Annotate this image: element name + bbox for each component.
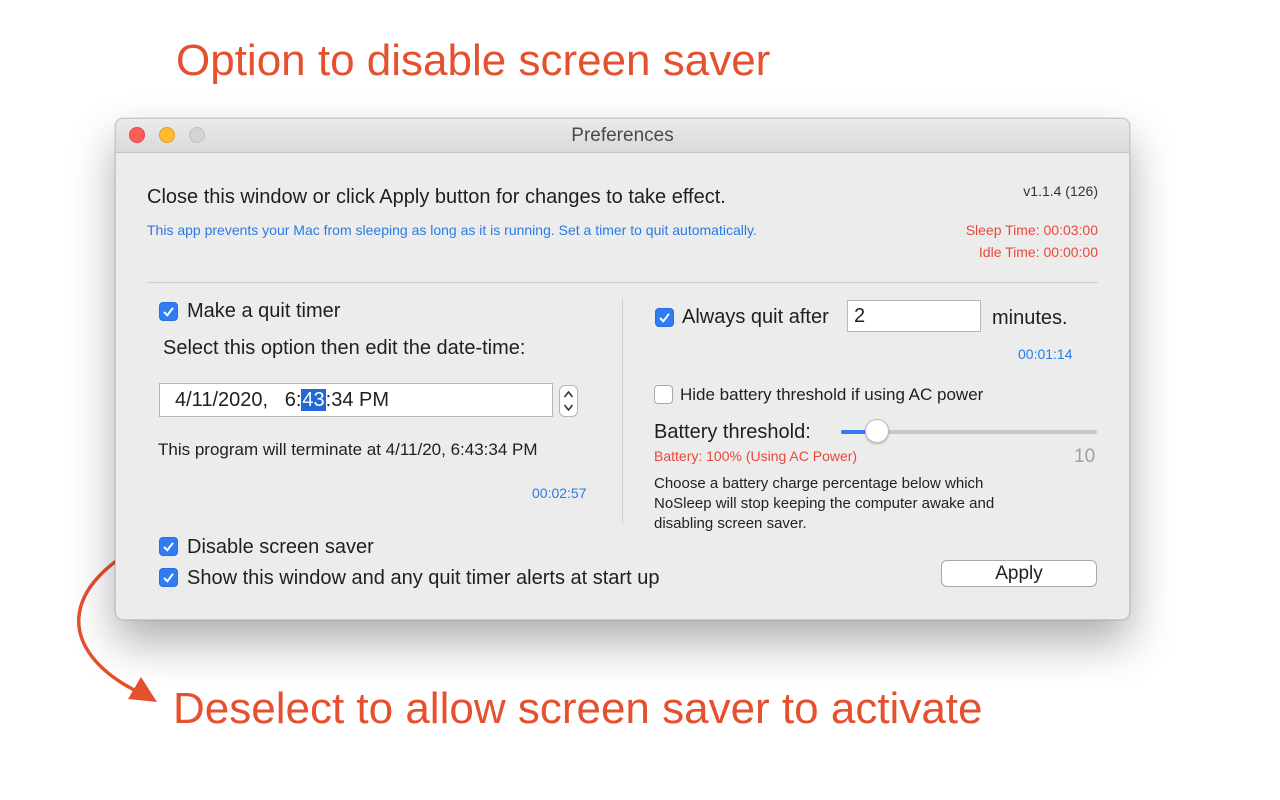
always-quit-countdown: 00:01:14: [1018, 346, 1073, 362]
hide-battery-checkbox[interactable]: [654, 385, 673, 404]
date-time-prefix: 4/11/2020, 6:: [175, 389, 302, 411]
checkmark-icon: [659, 313, 670, 323]
quit-minutes-input[interactable]: 2: [847, 300, 981, 332]
slider-max-label: 10: [1074, 446, 1096, 467]
checkmark-icon: [163, 307, 174, 317]
battery-description: Choose a battery charge percentage below…: [654, 474, 994, 534]
minutes-unit-label: minutes.: [992, 307, 1068, 329]
chevron-down-icon: [563, 404, 574, 412]
instruction-text: Close this window or click Apply button …: [147, 186, 726, 208]
quit-timer-countdown: 00:02:57: [532, 485, 587, 501]
version-label: v1.1.4 (126): [1023, 183, 1098, 199]
date-time-selected-segment[interactable]: 43: [301, 389, 326, 411]
always-quit-label: Always quit after: [682, 306, 829, 328]
terminate-text: This program will terminate at 4/11/20, …: [158, 440, 538, 459]
divider-horizontal: [147, 282, 1098, 283]
date-time-field[interactable]: 4/11/2020, 6:43:34 PM: [159, 383, 553, 417]
date-time-hint: Select this option then edit the date-ti…: [163, 337, 526, 359]
battery-description-line: NoSleep will stop keeping the computer a…: [654, 495, 995, 512]
slider-knob[interactable]: [864, 419, 889, 443]
show-window-label: Show this window and any quit timer aler…: [187, 567, 660, 589]
chevron-up-icon: [563, 390, 574, 398]
app-description: This app prevents your Mac from sleeping…: [147, 222, 757, 238]
annotation-top: Option to disable screen saver: [176, 36, 771, 85]
preferences-window: Preferences Close this window or click A…: [115, 118, 1130, 620]
date-time-stepper[interactable]: [559, 385, 578, 417]
battery-threshold-slider[interactable]: [841, 419, 1097, 443]
title-bar: Preferences: [116, 119, 1129, 153]
battery-description-line: disabling screen saver.: [654, 515, 807, 532]
show-window-checkbox[interactable]: [159, 568, 178, 587]
checkmark-icon: [163, 573, 174, 583]
idle-time: Idle Time: 00:00:00: [978, 244, 1098, 260]
battery-description-line: Choose a battery charge percentage below…: [654, 475, 984, 492]
quit-timer-checkbox[interactable]: [159, 302, 178, 321]
sleep-time: Sleep Time: 00:03:00: [965, 222, 1098, 238]
checkmark-icon: [163, 542, 174, 552]
window-title: Preferences: [571, 125, 674, 146]
disable-screen-saver-label: Disable screen saver: [187, 536, 374, 558]
annotation-bottom: Deselect to allow screen saver to activa…: [173, 684, 983, 733]
disable-screen-saver-checkbox[interactable]: [159, 537, 178, 556]
quit-timer-label: Make a quit timer: [187, 300, 341, 322]
hide-battery-label: Hide battery threshold if using AC power: [680, 385, 984, 404]
battery-status: Battery: 100% (Using AC Power): [654, 448, 858, 464]
apply-button[interactable]: Apply: [941, 560, 1097, 587]
date-time-suffix: :34 PM: [325, 389, 390, 411]
divider-vertical: [622, 299, 623, 523]
battery-threshold-label: Battery threshold:: [654, 421, 811, 443]
always-quit-checkbox[interactable]: [655, 308, 674, 327]
